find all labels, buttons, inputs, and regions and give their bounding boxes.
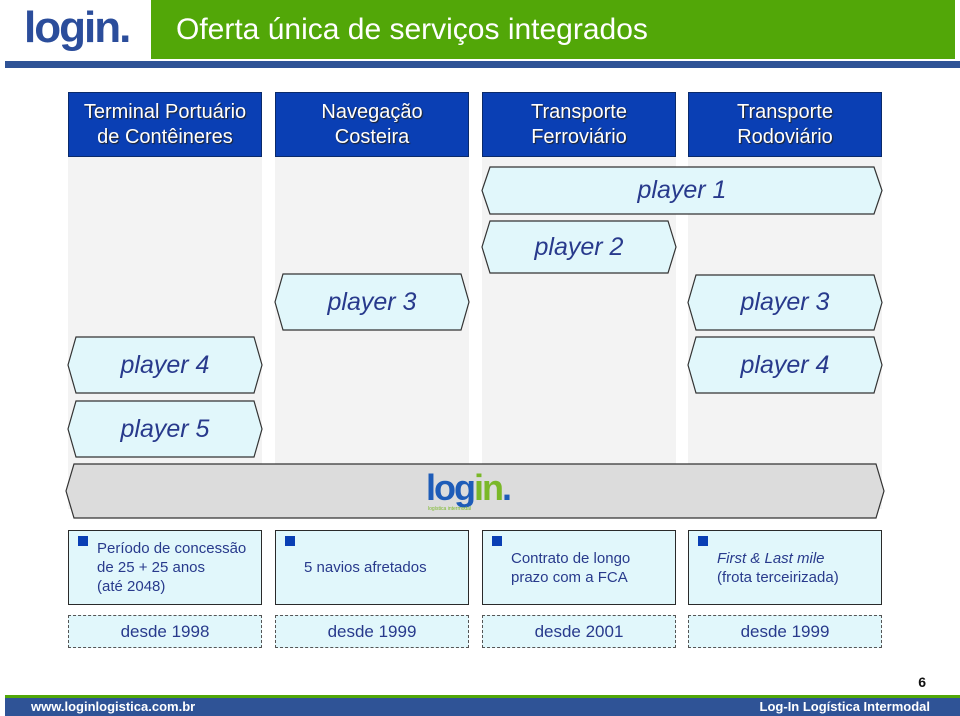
logo-text-log: log [24,3,86,52]
player-3-navegacao-shape: player 3 [274,273,470,331]
login-bar-logo: login. logística intermodal [426,470,536,514]
description-ferroviario: Contrato de longo prazo com a FCA [482,530,676,605]
description-text: Período de concessão de 25 + 25 anos (at… [97,540,247,595]
description-text: First & Last mile (frota terceirizada) [717,549,839,587]
player-2-label: player 2 [534,232,624,261]
bullet-icon [78,536,88,546]
description-text-rest: (frota terceirizada) [717,568,839,586]
player-2-shape: player 2 [481,220,677,274]
since-terminal: desde 1998 [68,615,262,648]
logo-text-in: in [83,3,121,52]
description-text: 5 navios afretados [304,559,427,576]
column-background-navegacao [275,157,469,509]
column-header-label: Terminal Portuário de Contêineres [83,100,247,148]
description-rodoviario: First & Last mile (frota terceirizada) [688,530,882,605]
footer-bar: www.loginlogistica.com.br Log-In Logísti… [5,698,960,716]
bullet-icon [492,536,502,546]
player-1-shape: player 1 [481,166,883,215]
description-navegacao: 5 navios afretados [275,530,469,605]
description-text: Contrato de longo prazo com a FCA [511,549,631,586]
bullet-icon [285,536,295,546]
column-header-navegacao: Navegação Costeira [275,92,469,157]
bullet-icon [698,536,708,546]
since-rodoviario: desde 1999 [688,615,882,648]
player-4-rodoviario-shape: player 4 [687,336,883,394]
player-4-label: player 4 [740,350,830,379]
player-1-label: player 1 [637,176,727,204]
page-title: Oferta única de serviços integrados [151,0,955,59]
since-ferroviario: desde 2001 [482,615,676,648]
column-header-ferroviario: Transporte Ferroviário [482,92,676,157]
player-5-terminal-shape: player 5 [67,400,263,458]
since-navegacao: desde 1999 [275,615,469,648]
logo-dot: . [119,3,131,52]
column-header-rodoviario: Transporte Rodoviário [688,92,882,157]
page-number: 6 [918,674,926,690]
player-3-label: player 3 [327,287,417,316]
column-header-label: Navegação Costeira [321,100,423,148]
player-4-terminal-shape: player 4 [67,336,263,394]
footer-url-link[interactable]: www.loginlogistica.com.br [31,698,195,716]
description-italic-text: First & Last mile [717,549,825,567]
bar-logo-in: in [473,467,504,508]
column-header-terminal: Terminal Portuário de Contêineres [68,92,262,157]
description-terminal: Período de concessão de 25 + 25 anos (at… [68,530,262,605]
bar-logo-dot: . [501,467,512,508]
player-3-label: player 3 [740,288,830,316]
footer-company-name: Log-In Logística Intermodal [759,699,930,714]
title-divider [5,61,960,68]
player-3-rodoviario-shape: player 3 [687,274,883,331]
column-header-label: Transporte Ferroviário [531,100,627,148]
login-integrated-bar: login. logística intermodal [65,463,885,519]
column-header-label: Transporte Rodoviário [737,100,833,148]
login-logo: login. [24,6,134,56]
bar-logo-log: log [426,467,476,508]
player-4-label: player 4 [120,350,210,379]
player-5-label: player 5 [120,414,210,443]
